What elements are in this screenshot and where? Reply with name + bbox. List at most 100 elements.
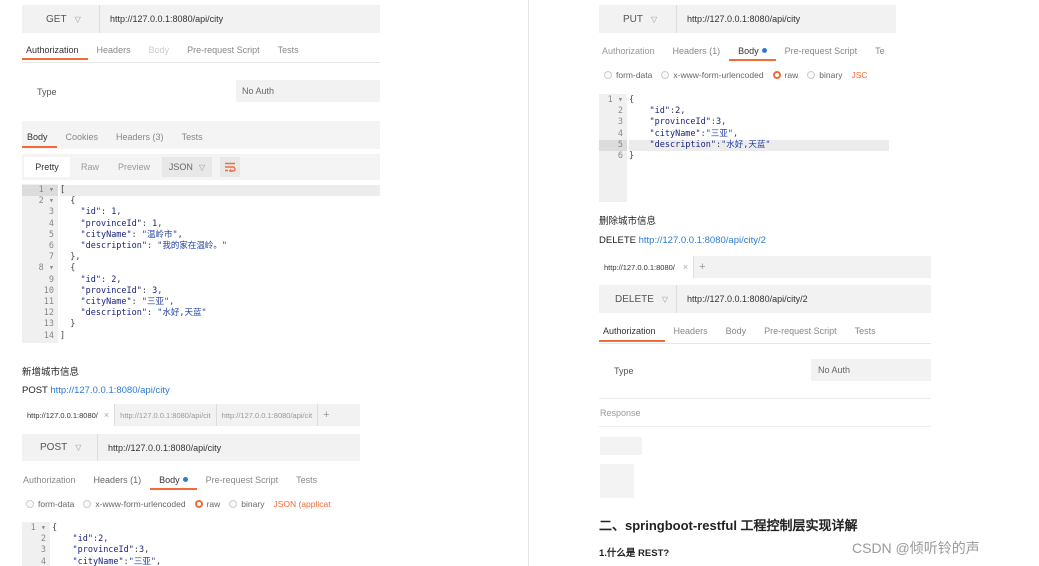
tab-headers[interactable]: Headers (1) — [664, 40, 730, 61]
tab-response-tests[interactable]: Tests — [173, 126, 212, 148]
line-number: 13 — [43, 319, 54, 330]
pretty-button[interactable]: Pretty — [24, 157, 70, 177]
delete-request-bar: DELETE ▽ http://127.0.0.1:8080/api/city/… — [599, 285, 931, 313]
watermark: CSDN @倾听铃的声 — [852, 540, 980, 556]
code-line: { — [629, 95, 635, 105]
content-type-select[interactable]: JSON (applicat — [273, 499, 330, 509]
tab-cookies[interactable]: Cookies — [57, 126, 108, 148]
tab-body[interactable]: Body — [140, 40, 179, 60]
url-input[interactable]: http://127.0.0.1:8080/api/city/2 — [677, 294, 808, 304]
tab-pre-request-script[interactable]: Pre-request Script — [755, 320, 846, 342]
response-label: Response — [600, 408, 641, 418]
url-input[interactable]: http://127.0.0.1:8080/api/city — [677, 14, 800, 24]
radio-urlencoded[interactable]: x-www-form-urlencoded — [661, 70, 764, 80]
tab-body[interactable]: Body — [150, 469, 197, 490]
radio-label: form-data — [38, 499, 75, 509]
tab-response-body[interactable]: Body — [22, 126, 57, 148]
put-request-tabs: Authorization Headers (1) Body Pre-reque… — [599, 40, 885, 61]
tab-authorization[interactable]: Authorization — [22, 469, 85, 490]
radio-selected-icon — [194, 500, 203, 508]
url-tab-active[interactable]: http://127.0.0.1:8080/ × — [599, 256, 695, 278]
view-mode-bar: Pretty Raw Preview JSON ▽ — [22, 154, 380, 180]
tab-tests[interactable]: Tests — [269, 40, 308, 60]
request-body-code[interactable]: { "id":2, "provinceId":3, "cityName":"三亚… — [52, 522, 352, 566]
radio-binary[interactable]: binary — [807, 70, 842, 80]
radio-label: raw — [784, 70, 799, 80]
raw-button[interactable]: Raw — [70, 162, 110, 172]
delete-request-tabs: Authorization Headers Body Pre-request S… — [599, 320, 885, 342]
tab-pre-request-script[interactable]: Pre-request Script — [178, 40, 269, 60]
chevron-down-icon: ▽ — [198, 162, 206, 172]
close-icon[interactable]: × — [683, 262, 688, 272]
modified-dot-icon — [761, 48, 767, 53]
tab-headers[interactable]: Headers — [88, 40, 140, 60]
tab-response-headers[interactable]: Headers (3) — [107, 126, 173, 148]
response-tabs: Body Cookies Headers (3) Tests — [22, 126, 212, 148]
wrap-lines-icon — [225, 162, 236, 172]
method-select[interactable]: DELETE ▽ — [599, 285, 677, 313]
request-body-code[interactable]: { "id":2, "provinceId":3, "cityName":"三亚… — [629, 94, 889, 162]
tab-headers[interactable]: Headers (1) — [85, 469, 151, 490]
plus-icon[interactable]: + — [318, 404, 334, 426]
tab-authorization[interactable]: Authorization — [599, 40, 664, 61]
method-select[interactable]: GET ▽ — [22, 5, 100, 33]
radio-urlencoded[interactable]: x-www-form-urlencoded — [83, 499, 186, 509]
wrap-toggle-button[interactable] — [220, 157, 240, 177]
format-label: JSON — [168, 162, 193, 172]
get-request-bar: GET ▽ http://127.0.0.1:8080/api/city — [22, 5, 380, 33]
radio-form-data[interactable]: form-data — [26, 499, 74, 509]
radio-circle-icon — [807, 71, 816, 79]
close-icon[interactable]: × — [104, 410, 109, 420]
preview-button[interactable]: Preview — [110, 162, 158, 172]
tab-authorization[interactable]: Authorization — [22, 40, 88, 60]
line-number: 14 — [43, 330, 54, 341]
delete-url-link[interactable]: http://127.0.0.1:8080/api/city/2 — [639, 235, 766, 246]
divider — [599, 426, 931, 427]
radio-raw[interactable]: raw — [194, 499, 220, 509]
radio-label: binary — [819, 70, 843, 80]
line-number-gutter: 1 ▾ 2 3 4 5 6 — [599, 94, 627, 202]
auth-type-select[interactable]: No Auth — [811, 359, 931, 381]
code-line: "id":2, — [649, 106, 686, 117]
response-placeholder — [600, 464, 634, 498]
radio-circle-icon — [26, 500, 34, 508]
tab-tests[interactable]: Tests — [287, 469, 326, 490]
line-number: 8 ▾ — [38, 263, 54, 274]
post-endpoint-line: POST http://127.0.0.1:8080/api/city — [22, 385, 170, 396]
line-number: 5 — [48, 229, 54, 240]
tab-pre-request-script[interactable]: Pre-request Script — [197, 469, 288, 490]
plus-icon[interactable]: + — [694, 256, 710, 278]
post-url-link[interactable]: http://127.0.0.1:8080/api/city — [50, 385, 169, 396]
line-number: 6 — [617, 151, 623, 162]
url-tab[interactable]: http://127.0.0.1:8080/api/cit — [115, 404, 217, 426]
post-request-bar: POST ▽ http://127.0.0.1:8080/api/city — [22, 434, 360, 461]
tab-pre-request-script[interactable]: Pre-request Script — [776, 40, 867, 61]
url-tab[interactable]: http://127.0.0.1:8080/api/cit — [217, 404, 319, 426]
auth-type-select[interactable]: No Auth — [236, 80, 380, 102]
tab-tests[interactable]: Tests — [846, 320, 885, 342]
method-select[interactable]: POST ▽ — [22, 434, 98, 461]
tab-body[interactable]: Body — [717, 320, 756, 342]
url-input[interactable]: http://127.0.0.1:8080/api/city — [98, 443, 221, 453]
format-select[interactable]: JSON ▽ — [162, 157, 212, 177]
radio-form-data[interactable]: form-data — [604, 70, 652, 80]
modified-dot-icon — [182, 477, 188, 482]
radio-binary[interactable]: binary — [229, 499, 264, 509]
chevron-down-icon: ▽ — [661, 294, 669, 304]
code-line: ] — [60, 330, 66, 341]
tab-headers[interactable]: Headers — [665, 320, 717, 342]
tab-body[interactable]: Body — [729, 40, 776, 61]
tab-tests[interactable]: Te — [866, 40, 885, 61]
method-select[interactable]: PUT ▽ — [599, 5, 677, 33]
code-line: "description":"水好,天蓝" — [629, 139, 889, 152]
tab-authorization[interactable]: Authorization — [599, 320, 665, 342]
tab-response-headers-label: Headers (3) — [116, 132, 164, 142]
line-number: 6 — [48, 241, 54, 252]
chevron-down-icon: ▽ — [75, 443, 82, 452]
url-tab-active[interactable]: http://127.0.0.1:8080/ × — [22, 404, 116, 426]
url-tab-label: http://127.0.0.1:8080/ — [27, 410, 98, 420]
code-line: "provinceId":3, — [72, 545, 150, 556]
radio-raw[interactable]: raw — [772, 70, 799, 80]
url-input[interactable]: http://127.0.0.1:8080/api/city — [100, 14, 223, 24]
content-type-select[interactable]: JSC — [851, 70, 867, 80]
